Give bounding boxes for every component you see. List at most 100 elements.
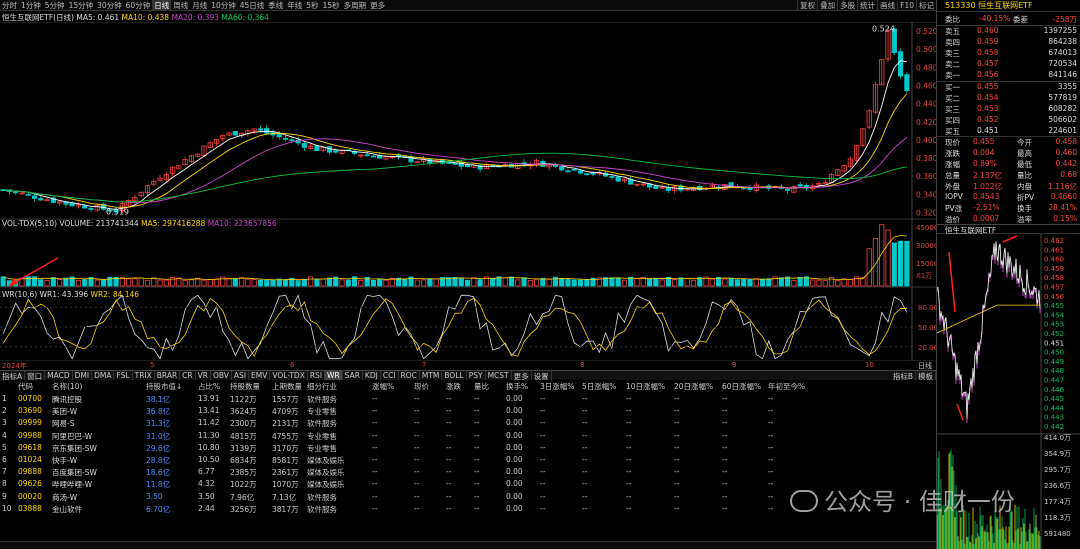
column-header[interactable]: 现价 (414, 381, 429, 392)
column-header[interactable]: 60日涨幅% (722, 381, 761, 392)
period-tab[interactable]: 10分钟 (209, 0, 238, 10)
period-tab[interactable]: 分时 (0, 0, 19, 10)
volume-bar (339, 279, 345, 287)
indicator-tab[interactable]: KDJ (363, 371, 381, 380)
table-cell: 3139万 (230, 443, 257, 453)
table-cell: -- (540, 430, 546, 440)
period-tab[interactable]: 月线 (190, 0, 209, 10)
indicator-tab[interactable]: ASI (232, 371, 250, 380)
table-cell: -- (474, 455, 480, 464)
column-header[interactable]: 代码 (18, 381, 33, 392)
column-header[interactable]: 细分行业 (307, 381, 337, 392)
indicator-tab[interactable]: OBV (211, 371, 232, 380)
candle (358, 154, 364, 158)
column-header[interactable]: 持股数量 (230, 381, 260, 392)
toolbar-button[interactable]: 统计 (857, 0, 877, 10)
indicator-tab[interactable]: BOLL (442, 371, 467, 380)
table-row[interactable]: 7 09888 百度集团-SW 18.6亿 6.77 2385万 2361万 媒体及娱乐 -- -… (0, 467, 936, 479)
period-tab[interactable]: 15秒 (321, 0, 342, 10)
period-tab[interactable]: 更多 (368, 0, 387, 10)
volume-bar (847, 279, 853, 287)
indicator-tab[interactable]: WR (325, 371, 343, 380)
toolbar-button[interactable]: 画线 (877, 0, 897, 10)
indicator-tab[interactable]: BRAR (155, 371, 181, 380)
period-tab[interactable]: 周线 (171, 0, 190, 10)
column-header[interactable]: 3日涨幅% (540, 381, 574, 392)
volume-bar (213, 278, 220, 287)
table-row[interactable]: 6 01024 快手-W 28.8亿 10.50 6834万 8581万 媒体及娱乐 -- -- -… (0, 455, 936, 467)
column-header[interactable]: 量比 (474, 381, 489, 392)
indicator-tab[interactable]: 窗口 (25, 371, 46, 380)
table-cell: -- (674, 455, 680, 464)
column-header[interactable]: 涨幅% (372, 381, 394, 392)
period-tab[interactable]: 30分钟 (95, 0, 124, 10)
indicator-tab[interactable]: DMA (92, 371, 115, 380)
candle (854, 144, 860, 163)
indicator-tab[interactable]: FSL (114, 371, 133, 380)
table-row[interactable]: 2 03690 美团-W 36.8亿 13.41 3624万 4709万 专业零售 -- -- --… (0, 406, 936, 418)
period-tab[interactable]: 多周期 (342, 0, 369, 10)
table-cell: -- (372, 406, 378, 416)
column-header[interactable]: 涨跌 (446, 381, 461, 392)
period-tab[interactable]: 日线 (152, 0, 172, 10)
indicator-tab[interactable]: DMI (73, 371, 93, 380)
indicator-tab[interactable]: VR (196, 371, 211, 380)
table-cell: 0.00 (506, 491, 523, 501)
period-tab[interactable]: 季线 (266, 0, 285, 10)
period-tab[interactable]: 45日线 (238, 0, 267, 10)
table-row[interactable]: 1 00700 腾讯控股 38.1亿 13.91 1122万 1557万 软件服务 -- -- --… (0, 394, 936, 406)
indicator-tab[interactable]: SAR (343, 371, 363, 380)
indicator-tab[interactable]: 设置 (532, 371, 552, 380)
candle (835, 168, 841, 177)
indicator-tab[interactable]: EMV (249, 371, 271, 380)
column-header[interactable]: 10日涨幅% (626, 381, 665, 392)
period-tab[interactable]: 5秒 (304, 0, 320, 10)
quote-value: 0.460 (1055, 148, 1077, 157)
toolbar-button[interactable]: F10 (897, 0, 916, 10)
indicator-tab[interactable]: CCI (381, 371, 399, 380)
table-cell: -- (446, 430, 452, 440)
indicator-tab[interactable]: RSI (308, 371, 326, 380)
indicator-tab[interactable]: MACD (45, 371, 73, 380)
column-header[interactable]: 年初至今% (768, 381, 805, 392)
toolbar-button[interactable]: 标记 (916, 0, 936, 10)
indicator-tab[interactable]: 指标A (0, 371, 26, 380)
period-tab[interactable]: 年线 (285, 0, 304, 10)
period-tab[interactable]: 15分钟 (67, 0, 96, 10)
toolbar-button[interactable]: 叠加 (817, 0, 837, 10)
toolbar-button[interactable]: 多股 (837, 0, 857, 10)
indicator-tab-right[interactable]: 模板 (916, 371, 936, 380)
column-header[interactable]: 上期数量 (272, 381, 302, 392)
quote-value: 0.455 (977, 82, 999, 91)
indicator-tab-right[interactable]: 指标B (891, 371, 916, 380)
period-tab[interactable]: 60分钟 (124, 0, 153, 10)
table-cell: -- (582, 455, 588, 464)
table-row[interactable]: 3 09999 网易-S 31.3亿 11.42 2300万 2131万 软件服务 -- -- --… (0, 418, 936, 430)
period-tab[interactable]: 1分钟 (19, 0, 43, 10)
column-header[interactable]: 持股市值↓ (146, 381, 182, 392)
table-row[interactable]: 5 09618 京东集团-SW 29.6亿 10.80 3139万 3170万 专业零售 -- -… (0, 443, 936, 455)
column-header[interactable]: 名称(10) (52, 381, 82, 392)
period-tab[interactable]: 5分钟 (43, 0, 67, 10)
indicator-tab[interactable]: MTM (420, 371, 443, 380)
indicator-tab[interactable]: CR (180, 371, 196, 380)
table-cell: 4755万 (272, 431, 299, 441)
toolbar-button[interactable]: 复权 (797, 0, 817, 10)
indicator-tab[interactable]: PSY (467, 371, 486, 380)
column-header[interactable]: 5日涨幅% (582, 381, 616, 392)
table-row[interactable]: 4 09988 阿里巴巴-W 31.0亿 11.30 4815万 4755万 专业零售 -- --… (0, 431, 936, 443)
column-header[interactable]: 20日涨幅% (674, 381, 713, 392)
indicator-tab[interactable]: MCST (486, 371, 512, 380)
indicator-tab[interactable]: ROC (399, 371, 420, 380)
vol-tick: X1万 (916, 272, 932, 280)
column-header[interactable]: 换手% (506, 381, 528, 392)
indicator-tab[interactable]: VOL-TDX (270, 371, 308, 380)
indicator-tab[interactable]: TRIX (133, 371, 155, 380)
column-header[interactable]: 占比% (198, 381, 220, 392)
price-tick: 0.460 (916, 81, 936, 90)
candle (50, 196, 56, 204)
kline-chart-area[interactable]: 0.524 0.319 0.520 0.500 0.480 0.460 0.440 0.420… (0, 22, 936, 361)
indicator-tab[interactable]: 更多 (512, 371, 532, 380)
volume-bar (226, 278, 232, 287)
volume-bar (421, 279, 427, 287)
